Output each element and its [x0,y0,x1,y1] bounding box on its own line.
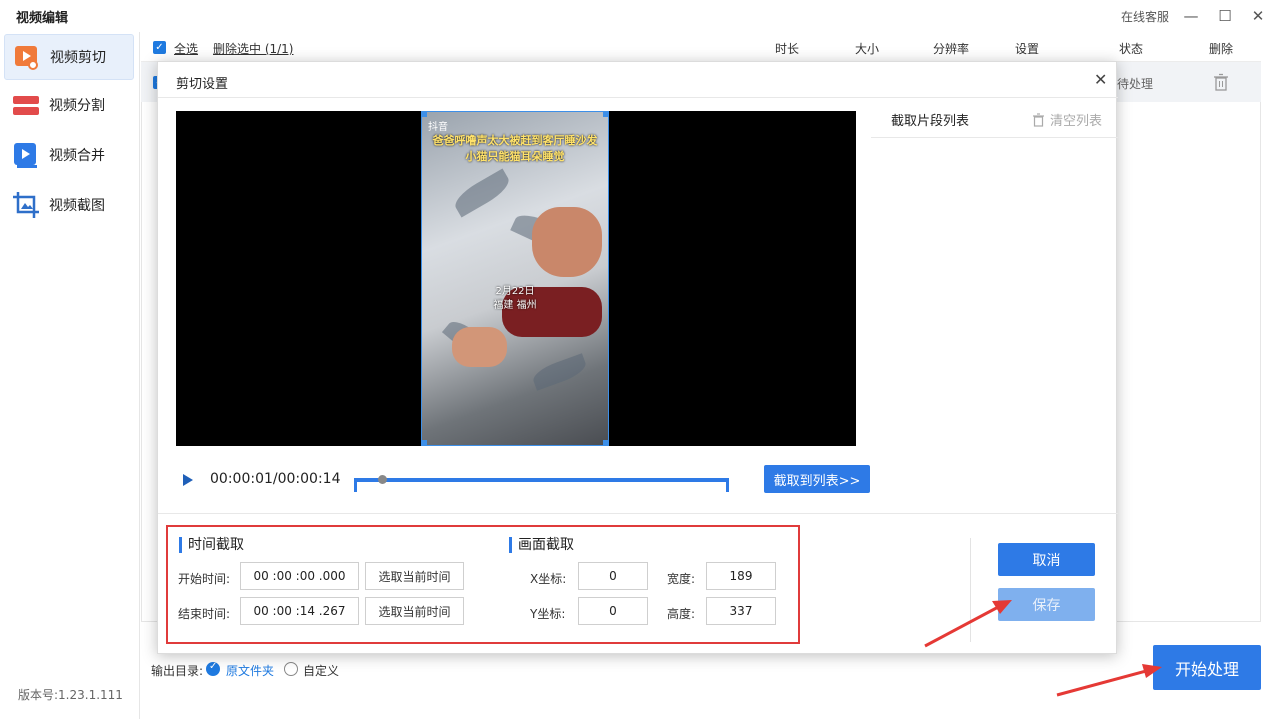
trash-icon[interactable] [1213,73,1229,91]
custom-folder-label[interactable]: 自定义 [303,662,339,679]
video-date-text: 2月22日 [495,286,535,297]
video-cut-icon [13,43,41,71]
x-coordinate-input[interactable]: 0 [578,562,648,590]
pick-current-end-button[interactable]: 选取当前时间 [365,597,464,625]
crop-frame[interactable]: 抖音 爸爸呼噜声太大被赶到客厅睡沙发 小猫只能猫耳朵睡觉 2月22日 福建 福州 [421,111,609,446]
end-time-label: 结束时间: [178,607,231,621]
select-all-checkbox[interactable]: ✓ [153,41,166,54]
timeline-start-marker[interactable] [354,478,357,492]
save-button[interactable]: 保存 [998,588,1095,621]
start-time-input[interactable]: 00 :00 :00 .000 [240,562,359,590]
sidebar-item-label: 视频合并 [49,148,105,164]
file-list-header: ✓ 全选 删除选中 (1/1) 时长 大小 分辨率 设置 状态 删除 [141,32,1261,62]
column-size: 大小 [855,42,880,56]
timeline-end-marker[interactable] [726,478,729,492]
sidebar: 视频剪切 视频分割 视频合并 视频截图 [0,32,140,719]
sidebar-item-label: 视频分割 [49,98,105,114]
sidebar-item-video-cut[interactable]: 视频剪切 [4,34,134,80]
online-service-link[interactable]: 在线客服 [1121,8,1169,25]
video-caption-line2: 小猫只能猫耳朵睡觉 [465,150,565,163]
column-settings: 设置 [1015,42,1040,56]
video-split-icon [12,91,40,119]
crop-image-icon [12,191,40,219]
x-coordinate-label: X坐标: [530,572,567,586]
start-time-label: 开始时间: [178,572,231,586]
height-input[interactable]: 337 [706,597,776,625]
video-preview[interactable]: 抖音 爸爸呼噜声太大被赶到客厅睡沙发 小猫只能猫耳朵睡觉 2月22日 福建 福州 [176,111,856,446]
crop-handle-top-left[interactable] [421,111,427,117]
crop-handle-bottom-right[interactable] [603,440,609,446]
frame-section-title: 画面截取 [509,537,574,553]
clear-list-label: 清空列表 [1050,114,1103,129]
annotation-arrow-start [1056,668,1151,697]
timeline-track[interactable] [357,478,727,482]
sidebar-item-video-merge[interactable]: 视频合并 [4,132,134,178]
y-coordinate-label: Y坐标: [530,607,566,621]
segments-list-title: 截取片段列表 [891,114,970,129]
width-input[interactable]: 189 [706,562,776,590]
divider [158,513,1118,514]
person-hand [452,327,507,367]
clear-list-button[interactable]: 清空列表 [1032,110,1102,129]
play-icon[interactable] [183,474,193,486]
start-processing-button[interactable]: 开始处理 [1153,645,1261,690]
divider [158,97,1118,98]
time-display: 00:00:01/00:00:14 [210,471,341,487]
sidebar-item-label: 视频剪切 [50,50,106,66]
select-all-label[interactable]: 全选 [174,40,198,57]
settings-highlight-box: 时间截取 开始时间: 00 :00 :00 .000 选取当前时间 结束时间: … [166,525,800,644]
blanket-pattern [530,353,589,391]
dialog-title: 剪切设置 [176,77,229,92]
original-folder-label[interactable]: 原文件夹 [226,662,274,679]
close-icon[interactable]: ✕ [1094,70,1107,89]
crop-handle-bottom-left[interactable] [421,440,427,446]
sidebar-item-video-screenshot[interactable]: 视频截图 [4,182,134,228]
video-place-text: 福建 福州 [493,300,537,311]
close-window-button[interactable]: ✕ [1245,4,1271,28]
time-section-title: 时间截取 [179,537,244,553]
video-watermark-logo: 抖音 [428,122,448,133]
y-coordinate-input[interactable]: 0 [578,597,648,625]
person-head [532,207,602,277]
column-delete: 删除 [1209,42,1234,56]
cut-settings-dialog: 剪切设置 ✕ 抖音 爸爸呼噜声太大被赶到客厅睡沙发 小猫只能猫耳朵睡觉 2月22… [157,61,1118,654]
maximize-button[interactable]: ☐ [1212,4,1238,28]
playhead-thumb[interactable] [378,475,388,484]
minimize-button[interactable]: — [1178,4,1204,28]
divider [871,137,1118,138]
add-to-list-button[interactable]: 截取到列表>> [764,465,870,493]
blanket-pattern [450,168,514,218]
column-status: 状态 [1119,42,1144,56]
title-bar: 视频编辑 在线客服 — ☐ ✕ [0,0,1273,32]
end-time-input[interactable]: 00 :00 :14 .267 [240,597,359,625]
width-label: 宽度: [667,572,696,586]
sidebar-item-video-split[interactable]: 视频分割 [4,82,134,128]
column-duration: 时长 [775,42,800,56]
trash-icon [1033,112,1044,127]
crop-handle-top-right[interactable] [603,111,609,117]
sidebar-item-label: 视频截图 [49,198,105,214]
original-folder-radio[interactable] [206,661,220,676]
pick-current-start-button[interactable]: 选取当前时间 [365,562,464,590]
version-label: 版本号:1.23.1.111 [18,688,123,702]
video-caption-line1: 爸爸呼噜声太大被赶到客厅睡沙发 [432,134,598,147]
delete-selected-link[interactable]: 删除选中 (1/1) [213,40,294,57]
video-merge-icon [12,141,40,169]
app-title: 视频编辑 [16,11,69,26]
divider [970,538,971,642]
cancel-button[interactable]: 取消 [998,543,1095,576]
height-label: 高度: [667,607,696,621]
custom-folder-radio[interactable] [284,662,298,676]
output-directory-label: 输出目录: [151,664,204,678]
row-status: 待处理 [1117,77,1154,91]
column-resolution: 分辨率 [933,42,970,56]
